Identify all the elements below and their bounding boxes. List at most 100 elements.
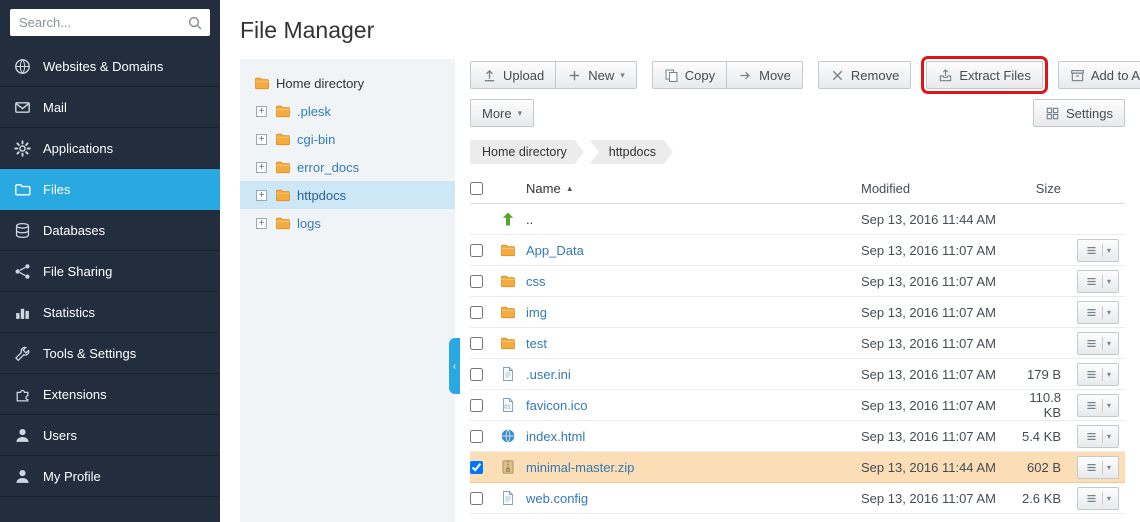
hamburger-icon bbox=[1085, 244, 1098, 257]
sidebar-item-databases[interactable]: Databases bbox=[0, 210, 220, 251]
sidebar-item-files[interactable]: Files bbox=[0, 169, 220, 210]
sidebar-item-websites-domains[interactable]: Websites & Domains bbox=[0, 46, 220, 87]
sidebar-item-extensions[interactable]: Extensions bbox=[0, 374, 220, 415]
tree-item-httpdocs[interactable]: + httpdocs bbox=[240, 181, 455, 209]
modified-cell: Sep 13, 2016 11:44 AM bbox=[861, 212, 1011, 227]
file-link[interactable]: favicon.ico bbox=[526, 398, 587, 413]
expand-icon[interactable]: + bbox=[256, 218, 267, 229]
remove-button[interactable]: Remove bbox=[818, 61, 911, 89]
expand-icon[interactable]: + bbox=[256, 190, 267, 201]
file-link[interactable]: img bbox=[526, 305, 547, 320]
zip-icon bbox=[500, 459, 516, 475]
move-button[interactable]: Move bbox=[726, 61, 803, 89]
expand-icon[interactable]: + bbox=[256, 134, 267, 145]
remove-label: Remove bbox=[851, 68, 899, 83]
page-title: File Manager bbox=[220, 0, 1140, 45]
row-actions-menu-button[interactable]: ▾ bbox=[1077, 332, 1119, 355]
settings-button[interactable]: Settings bbox=[1033, 99, 1125, 127]
file-link[interactable]: .. bbox=[526, 212, 533, 227]
row-checkbox[interactable] bbox=[470, 275, 483, 288]
row-actions-menu-button[interactable]: ▾ bbox=[1077, 425, 1119, 448]
table-row[interactable]: index.htmlSep 13, 2016 11:07 AM5.4 KB▾ bbox=[470, 421, 1125, 452]
table-row[interactable]: .. Sep 13, 2016 11:44 AM bbox=[470, 204, 1125, 235]
extract-files-button[interactable]: Extract Files bbox=[926, 61, 1043, 89]
chevron-down-icon: ▾ bbox=[1102, 244, 1111, 257]
sidebar-item-file-sharing[interactable]: File Sharing bbox=[0, 251, 220, 292]
sidebar-item-tools-settings[interactable]: Tools & Settings bbox=[0, 333, 220, 374]
row-checkbox[interactable] bbox=[470, 430, 483, 443]
upload-label: Upload bbox=[503, 68, 544, 83]
breadcrumb-item[interactable]: httpdocs bbox=[590, 140, 673, 164]
more-button[interactable]: More ▾ bbox=[470, 99, 534, 127]
row-actions-menu-button[interactable]: ▾ bbox=[1077, 301, 1119, 324]
sidebar-item-applications[interactable]: Applications bbox=[0, 128, 220, 169]
table-row[interactable]: .user.iniSep 13, 2016 11:07 AM179 B▾ bbox=[470, 359, 1125, 390]
row-actions-menu-button[interactable]: ▾ bbox=[1077, 394, 1119, 417]
tree-collapse-handle[interactable]: ‹ bbox=[449, 338, 460, 394]
file-link[interactable]: App_Data bbox=[526, 243, 584, 258]
file-link[interactable]: test bbox=[526, 336, 547, 351]
tree-item-label[interactable]: httpdocs bbox=[297, 188, 346, 203]
tree-item-label[interactable]: logs bbox=[297, 216, 321, 231]
row-actions-menu-button[interactable]: ▾ bbox=[1077, 270, 1119, 293]
table-row[interactable]: App_DataSep 13, 2016 11:07 AM▾ bbox=[470, 235, 1125, 266]
column-modified[interactable]: Modified bbox=[861, 181, 1011, 196]
breadcrumb-item[interactable]: Home directory bbox=[470, 140, 584, 164]
row-checkbox[interactable] bbox=[470, 244, 483, 257]
table-row[interactable]: web.configSep 13, 2016 11:07 AM2.6 KB▾ bbox=[470, 483, 1125, 514]
row-checkbox[interactable] bbox=[470, 337, 483, 350]
tree-item-error-docs[interactable]: + error_docs bbox=[240, 153, 455, 181]
expand-icon[interactable]: + bbox=[256, 162, 267, 173]
search-box[interactable] bbox=[10, 9, 210, 36]
expand-icon[interactable]: + bbox=[256, 106, 267, 117]
row-actions-menu-button[interactable]: ▾ bbox=[1077, 456, 1119, 479]
row-checkbox[interactable] bbox=[470, 306, 483, 319]
tree-item-label[interactable]: Home directory bbox=[276, 76, 364, 91]
table-row[interactable]: 01favicon.icoSep 13, 2016 11:07 AM110.8 … bbox=[470, 390, 1125, 421]
tree-item-label[interactable]: cgi-bin bbox=[297, 132, 335, 147]
row-actions-menu-button[interactable]: ▾ bbox=[1077, 487, 1119, 510]
move-icon bbox=[738, 68, 753, 83]
tree-item-label[interactable]: error_docs bbox=[297, 160, 359, 175]
sidebar-item-statistics[interactable]: Statistics bbox=[0, 292, 220, 333]
search-icon[interactable] bbox=[187, 15, 203, 31]
add-to-archive-button[interactable]: Add to Archive bbox=[1058, 61, 1140, 89]
sidebar-item-users[interactable]: Users bbox=[0, 415, 220, 456]
row-checkbox[interactable] bbox=[470, 461, 483, 474]
file-link[interactable]: css bbox=[526, 274, 546, 289]
upload-button[interactable]: Upload bbox=[470, 61, 556, 89]
new-button[interactable]: New ▾ bbox=[555, 61, 637, 89]
folder-icon bbox=[500, 273, 516, 289]
column-name[interactable]: Name ▲ bbox=[526, 181, 574, 196]
table-row[interactable]: testSep 13, 2016 11:07 AM▾ bbox=[470, 328, 1125, 359]
file-link[interactable]: .user.ini bbox=[526, 367, 571, 382]
tree-item-home-directory[interactable]: Home directory bbox=[240, 69, 455, 97]
remove-icon bbox=[830, 68, 845, 83]
copy-button[interactable]: Copy bbox=[652, 61, 727, 89]
tree-item-logs[interactable]: + logs bbox=[240, 209, 455, 237]
sidebar-item-mail[interactable]: Mail bbox=[0, 87, 220, 128]
row-checkbox[interactable] bbox=[470, 492, 483, 505]
folder-icon bbox=[275, 159, 291, 175]
tree-item-label[interactable]: .plesk bbox=[297, 104, 331, 119]
row-checkbox[interactable] bbox=[470, 368, 483, 381]
search-input[interactable] bbox=[19, 15, 187, 30]
tree-item-cgi-bin[interactable]: + cgi-bin bbox=[240, 125, 455, 153]
table-row[interactable]: minimal-master.zipSep 13, 2016 11:44 AM6… bbox=[470, 452, 1125, 483]
sidebar-item-label: Websites & Domains bbox=[43, 59, 163, 74]
ico-icon: 01 bbox=[500, 397, 516, 413]
table-row[interactable]: img Sep 13, 2016 11:07 AM ▾ bbox=[470, 297, 1125, 328]
file-link[interactable]: web.config bbox=[526, 491, 588, 506]
table-row[interactable]: cssSep 13, 2016 11:07 AM▾ bbox=[470, 266, 1125, 297]
select-all-checkbox[interactable] bbox=[470, 182, 483, 195]
file-link[interactable]: minimal-master.zip bbox=[526, 460, 634, 475]
row-actions-menu-button[interactable]: ▾ bbox=[1077, 363, 1119, 386]
modified-cell: Sep 13, 2016 11:07 AM bbox=[861, 305, 1011, 320]
row-actions-menu-button[interactable]: ▾ bbox=[1077, 239, 1119, 262]
sidebar-item-my-profile[interactable]: My Profile bbox=[0, 456, 220, 497]
file-link[interactable]: index.html bbox=[526, 429, 585, 444]
column-size[interactable]: Size bbox=[1011, 181, 1061, 196]
tree-item--plesk[interactable]: + .plesk bbox=[240, 97, 455, 125]
chevron-down-icon: ▾ bbox=[1102, 337, 1111, 350]
row-checkbox[interactable] bbox=[470, 399, 483, 412]
